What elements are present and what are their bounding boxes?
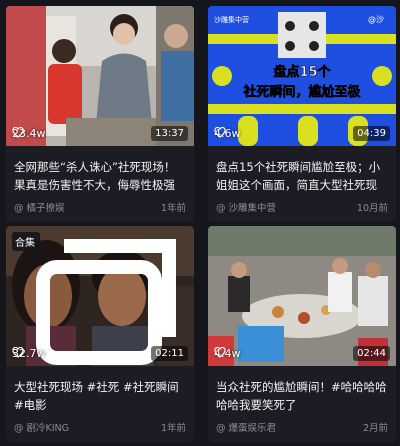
- video-duration: 02:11: [151, 346, 188, 361]
- author-name[interactable]: @ 橘子撩娱: [14, 200, 65, 214]
- publish-date: 2月前: [362, 423, 388, 434]
- collection-badge: 合集: [12, 232, 176, 365]
- like-count: 23.4w: [12, 127, 46, 140]
- video-card[interactable]: 4.4w 02:44 当众社死的尴尬瞬间！#哈哈哈哈哈哈我要笑死了 @ 爆蛋娱乐…: [208, 226, 396, 442]
- video-card[interactable]: 23.4w 13:37 全网那些“杀人诛心”社死现场！果真是伤害性不大，侮辱性极…: [6, 6, 194, 222]
- heart-icon: [214, 347, 226, 358]
- video-duration: 13:37: [151, 126, 188, 141]
- video-title[interactable]: 当众社死的尴尬瞬间！#哈哈哈哈哈哈我要笑死了: [208, 366, 396, 416]
- video-thumbnail[interactable]: 合集 32.7w 02:11: [6, 226, 194, 366]
- video-meta: @ 沙雕集中营 10月前: [208, 200, 396, 222]
- video-meta: @ 剧冷KING 1年前: [6, 420, 194, 442]
- thumbnail-image: 沙雕集中营 @沙 盘点15个 社死瞬间，尴尬至极: [208, 6, 396, 146]
- heart-icon: [12, 127, 24, 138]
- thumbnail-image: [6, 6, 194, 146]
- thumbnail-image: [208, 226, 396, 366]
- video-card[interactable]: 沙雕集中营 @沙 盘点15个 社死瞬间，尴尬至极 4.6w 04:39 盘点15…: [208, 6, 396, 222]
- video-title[interactable]: 盘点15个社死瞬间尴尬至极；小姐姐这个画面，简直大型社死现场！: [208, 146, 396, 196]
- heart-icon: [12, 347, 24, 358]
- publish-date: 1年前: [160, 203, 186, 214]
- video-thumbnail[interactable]: 23.4w 13:37: [6, 6, 194, 146]
- video-title[interactable]: 全网那些“杀人诛心”社死现场！果真是伤害性不大，侮辱性极强: [6, 146, 194, 196]
- author-name[interactable]: @ 沙雕集中营: [216, 200, 276, 214]
- video-card[interactable]: 合集 32.7w 02:11 大型社死现场 #社死 #社死瞬间 #电影 @ 剧冷…: [6, 226, 194, 442]
- channel-watermark: 沙雕集中营: [214, 15, 249, 24]
- like-count: 4.4w: [214, 347, 241, 360]
- overlay-headline-2: 社死瞬间，尴尬至极: [242, 84, 361, 100]
- publish-date: 10月前: [356, 203, 388, 214]
- publish-date: 1年前: [160, 423, 186, 434]
- like-count: 4.6w: [214, 127, 241, 140]
- like-count: 32.7w: [12, 347, 46, 360]
- author-name[interactable]: @ 剧冷KING: [14, 420, 69, 434]
- video-title[interactable]: 大型社死现场 #社死 #社死瞬间 #电影: [6, 366, 194, 416]
- video-duration: 04:39: [353, 126, 390, 141]
- video-meta: @ 爆蛋娱乐君 2月前: [208, 420, 396, 442]
- video-duration: 02:44: [353, 346, 390, 361]
- corner-watermark: @沙: [368, 15, 384, 24]
- video-meta: @ 橘子撩娱 1年前: [6, 200, 194, 222]
- video-thumbnail[interactable]: 4.4w 02:44: [208, 226, 396, 366]
- author-name[interactable]: @ 爆蛋娱乐君: [216, 420, 276, 434]
- video-thumbnail[interactable]: 沙雕集中营 @沙 盘点15个 社死瞬间，尴尬至极 4.6w 04:39: [208, 6, 396, 146]
- heart-icon: [214, 127, 226, 138]
- overlay-headline-1: 盘点15个: [273, 64, 331, 80]
- video-grid: 23.4w 13:37 全网那些“杀人诛心”社死现场！果真是伤害性不大，侮辱性极…: [6, 6, 396, 442]
